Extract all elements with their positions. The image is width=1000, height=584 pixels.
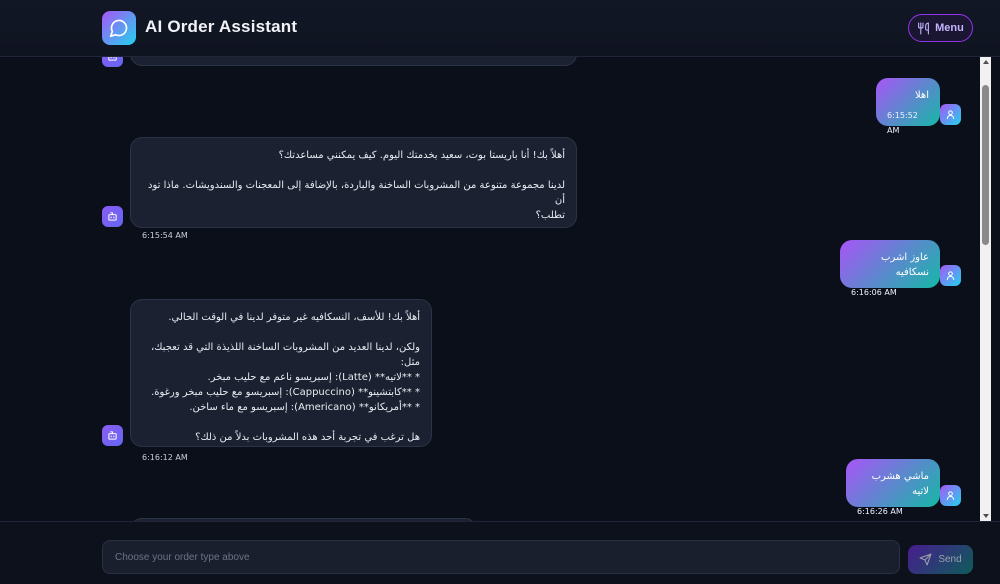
menu-button[interactable]: Menu [908, 14, 973, 42]
send-button-label: Send [938, 554, 962, 565]
message-bot: أهلاً بك! للأسف، النسكافيه غير متوفر لدي… [130, 299, 432, 462]
message-text: لدينا مجموعة متنوعة من المشروبات الساخنة… [148, 180, 565, 206]
bot-avatar-icon [102, 206, 123, 227]
message-user: اهلا 6:15:52 AM [876, 78, 940, 135]
message-time: 6:16:06 AM [851, 288, 897, 297]
message-text: ماشي هشرب لاتيه [871, 471, 929, 497]
bot-avatar-icon [102, 57, 123, 67]
scrollbar-thumb[interactable] [982, 85, 989, 245]
message-bot: أهلاً بك! أنا باريستا بوت، سعيد بخدمتك ا… [130, 137, 577, 240]
scroll-up-icon[interactable] [983, 60, 989, 64]
message-text: تطلب؟ [535, 210, 565, 221]
scroll-down-icon[interactable] [983, 514, 989, 518]
bot-avatar-icon [102, 425, 123, 446]
message-text [142, 415, 420, 430]
chat-scrollbar[interactable] [980, 57, 991, 521]
message-text [142, 325, 420, 340]
message-user: عاوز اشرب نسكافيه 6:16:06 AM [840, 240, 940, 297]
message-time: 6:15:54 AM [142, 231, 188, 240]
message-text: * **أمريكانو** (Americano): إسبريسو مع م… [189, 402, 420, 413]
message-user: ماشي هشرب لاتيه 6:16:26 AM [846, 459, 940, 516]
chat-messages[interactable]: اهلا 6:15:52 AM أهلاً بك! أنا باريستا بو… [88, 57, 980, 521]
message-input[interactable] [102, 540, 900, 574]
message-text: * **لاتيه** (Latte): إسبريسو ناعم مع حلي… [207, 372, 420, 383]
menu-button-label: Menu [935, 22, 964, 34]
message-time: 6:16:26 AM [857, 507, 903, 516]
message-text: عاوز اشرب نسكافيه [881, 252, 929, 278]
user-avatar-icon [940, 265, 961, 286]
user-avatar-icon [940, 485, 961, 506]
message-bot-partial [130, 57, 577, 66]
input-bar: Send [0, 521, 1000, 584]
user-avatar-icon [940, 104, 961, 125]
chat-logo-icon [102, 11, 136, 45]
message-time: 6:16:12 AM [142, 453, 188, 462]
message-text: أهلاً بك! أنا باريستا بوت، سعيد بخدمتك ا… [278, 150, 565, 161]
utensils-icon [918, 22, 930, 34]
send-button[interactable]: Send [908, 545, 973, 574]
message-text: هل ترغب في تجربة أحد هذه المشروبات بدلاً… [195, 432, 420, 443]
message-text: ولكن، لدينا العديد من المشروبات الساخنة … [151, 342, 420, 368]
message-text: * **كابتشينو** (Cappuccino): إسبريسو مع … [151, 387, 420, 398]
send-icon [919, 553, 932, 566]
message-text: اهلا [914, 90, 929, 101]
message-text: أهلاً بك! للأسف، النسكافيه غير متوفر لدي… [168, 312, 420, 323]
message-text [142, 163, 565, 178]
message-time: 6:15:52 AM [887, 111, 918, 135]
app-header: AI Order Assistant Menu [0, 0, 1000, 57]
app-title: AI Order Assistant [145, 17, 298, 36]
